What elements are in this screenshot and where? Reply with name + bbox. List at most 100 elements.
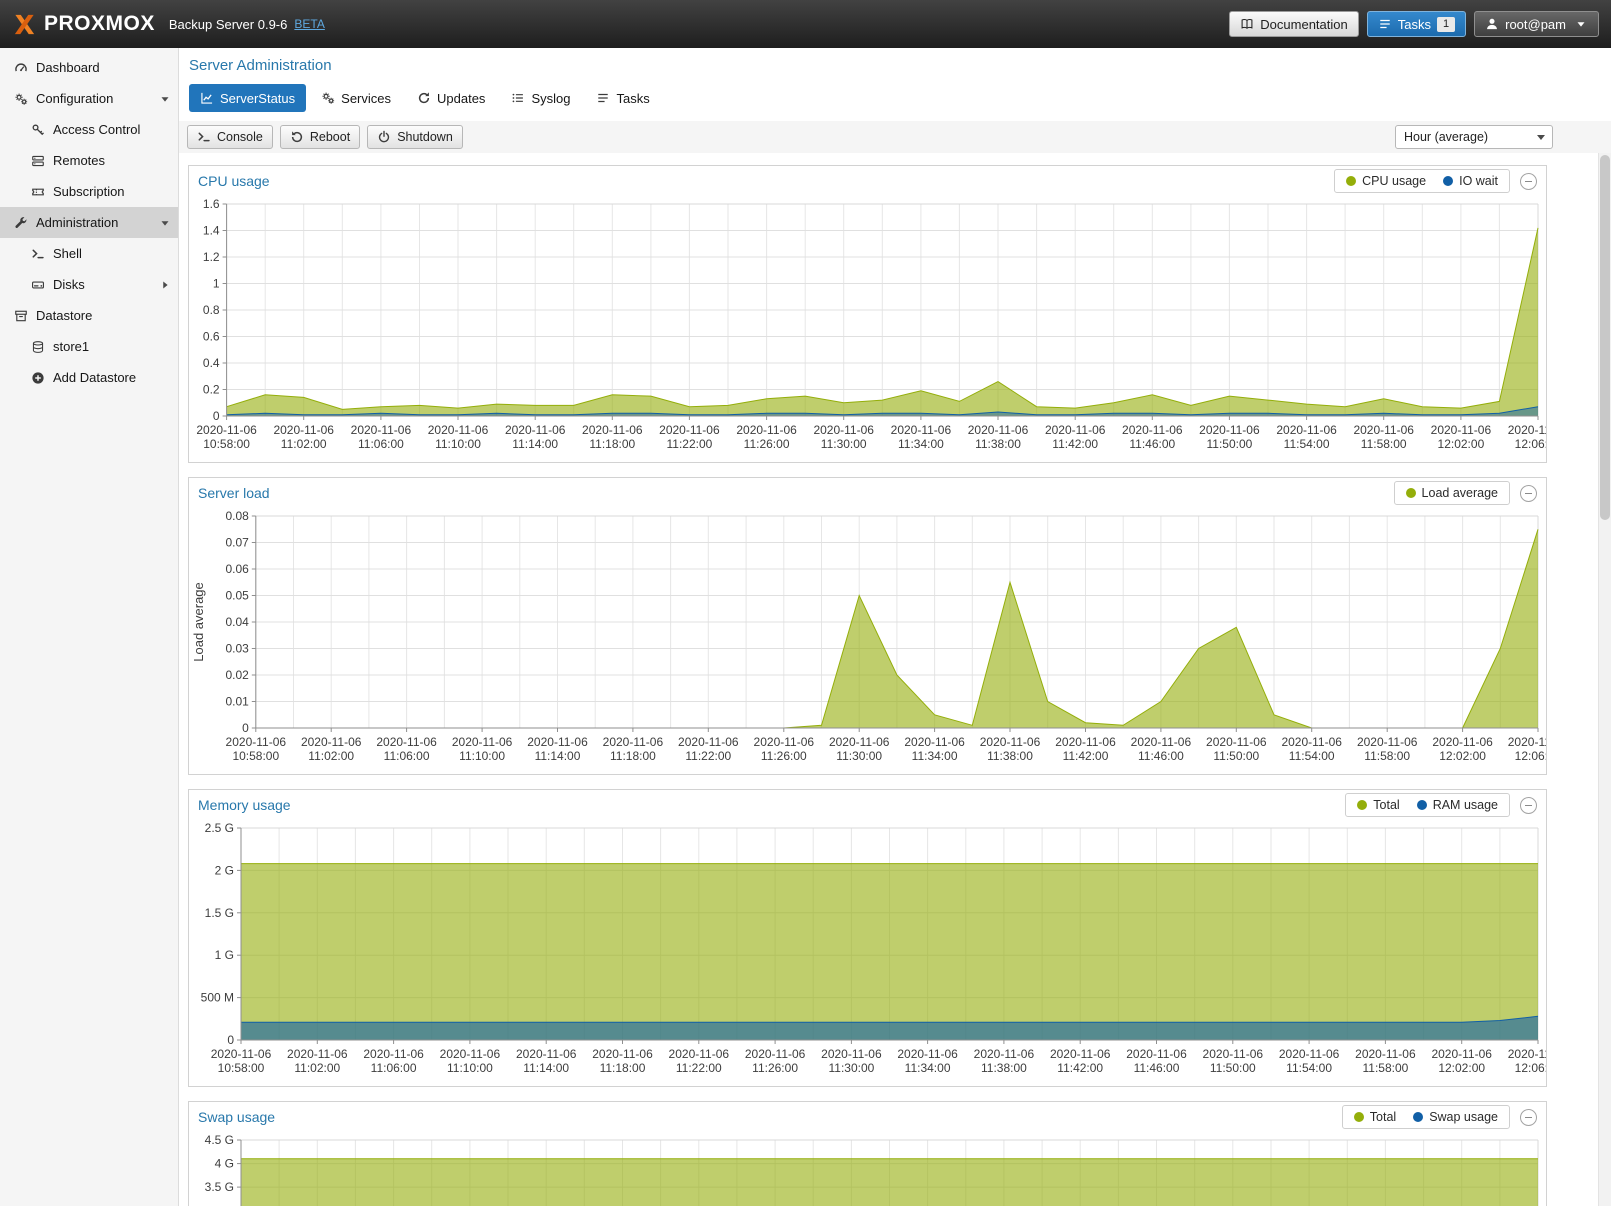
- chart-svg: 0500 M1 G1.5 G2 G2.5 G3 G3.5 G4 G4.5 G20…: [189, 1132, 1546, 1206]
- svg-text:11:54:00: 11:54:00: [1289, 749, 1335, 763]
- svg-text:2020-11-06: 2020-11-06: [1432, 735, 1493, 749]
- legend-label: Total: [1373, 798, 1399, 812]
- sidebar: DashboardConfigurationAccess ControlRemo…: [0, 48, 179, 1206]
- sidebar-item-label: Administration: [36, 215, 118, 230]
- sidebar-item-add-datastore[interactable]: Add Datastore: [0, 362, 178, 393]
- panel-header: Server loadLoad average: [189, 478, 1546, 508]
- toolbar-button-label: Reboot: [310, 130, 350, 144]
- legend-item-swap-usage[interactable]: Swap usage: [1413, 1110, 1498, 1124]
- legend-item-total[interactable]: Total: [1354, 1110, 1396, 1124]
- sidebar-item-subscription[interactable]: Subscription: [0, 176, 178, 207]
- caret-down-icon: [158, 92, 172, 106]
- console-button[interactable]: Console: [187, 125, 273, 149]
- tab-services[interactable]: Services: [310, 84, 402, 112]
- svg-text:2020-11-06: 2020-11-06: [669, 1047, 730, 1061]
- svg-text:0.05: 0.05: [225, 589, 249, 603]
- proxmox-logo: PROXMOX: [0, 12, 155, 37]
- svg-text:11:06:00: 11:06:00: [384, 749, 430, 763]
- svg-text:2020-11-06: 2020-11-06: [1045, 423, 1106, 437]
- svg-text:2020-11-06: 2020-11-06: [1126, 1047, 1187, 1061]
- legend-label: Total: [1370, 1110, 1396, 1124]
- proxmox-logo-icon: [12, 12, 37, 37]
- sidebar-item-administration[interactable]: Administration: [0, 207, 178, 238]
- gears-icon: [321, 91, 335, 105]
- svg-text:11:18:00: 11:18:00: [610, 749, 656, 763]
- svg-text:11:10:00: 11:10:00: [447, 1061, 493, 1075]
- svg-text:11:30:00: 11:30:00: [821, 437, 867, 451]
- collapse-panel-button[interactable]: [1520, 173, 1537, 190]
- legend-item-cpu-usage[interactable]: CPU usage: [1346, 174, 1426, 188]
- documentation-button[interactable]: Documentation: [1229, 11, 1358, 37]
- sidebar-item-label: Add Datastore: [53, 370, 136, 385]
- shutdown-button[interactable]: Shutdown: [367, 125, 463, 149]
- vertical-scrollbar[interactable]: [1598, 153, 1611, 1206]
- svg-text:11:46:00: 11:46:00: [1138, 749, 1184, 763]
- page-title: Server Administration: [189, 56, 1611, 75]
- chart-cpu-usage: 00.20.40.60.811.21.41.62020-11-0610:58:0…: [189, 196, 1546, 462]
- tab-label: Updates: [437, 91, 485, 106]
- beta-link[interactable]: BETA: [294, 17, 324, 31]
- app-header: PROXMOX Backup Server 0.9-6 BETA Documen…: [0, 0, 1611, 48]
- svg-text:11:58:00: 11:58:00: [1361, 437, 1407, 451]
- tab-serverstatus[interactable]: ServerStatus: [189, 84, 306, 112]
- tasks-button[interactable]: Tasks 1: [1367, 11, 1466, 37]
- sidebar-item-remotes[interactable]: Remotes: [0, 145, 178, 176]
- legend-dot-icon: [1413, 1112, 1423, 1122]
- collapse-panel-button[interactable]: [1520, 485, 1537, 502]
- panel-cpu-usage: CPU usageCPU usageIO wait00.20.40.60.811…: [188, 165, 1547, 463]
- svg-text:1: 1: [213, 277, 220, 291]
- svg-text:11:22:00: 11:22:00: [685, 749, 731, 763]
- legend-item-io-wait[interactable]: IO wait: [1443, 174, 1498, 188]
- tab-updates[interactable]: Updates: [406, 84, 496, 112]
- svg-text:2020-11-06: 2020-11-06: [1353, 423, 1414, 437]
- scrollbar-thumb[interactable]: [1600, 155, 1610, 520]
- svg-text:0.01: 0.01: [225, 695, 249, 709]
- tab-bar: ServerStatusServices Updates SyslogTasks: [189, 84, 1611, 112]
- reboot-button[interactable]: Reboot: [280, 125, 360, 149]
- tab-syslog[interactable]: Syslog: [500, 84, 581, 112]
- svg-text:11:50:00: 11:50:00: [1213, 749, 1259, 763]
- svg-text:2.5 G: 2.5 G: [205, 821, 234, 835]
- svg-text:11:10:00: 11:10:00: [435, 437, 481, 451]
- sidebar-item-label: store1: [53, 339, 89, 354]
- svg-text:2020-11-06: 2020-11-06: [974, 1047, 1035, 1061]
- svg-text:11:30:00: 11:30:00: [836, 749, 882, 763]
- main-content: Server Administration ServerStatusServic…: [179, 48, 1611, 1206]
- svg-text:11:58:00: 11:58:00: [1364, 749, 1410, 763]
- panel-swap-usage: Swap usageTotalSwap usage0500 M1 G1.5 G2…: [188, 1101, 1547, 1206]
- sidebar-item-access-control[interactable]: Access Control: [0, 114, 178, 145]
- sidebar-item-datastore[interactable]: Datastore: [0, 300, 178, 331]
- svg-text:12:02:00: 12:02:00: [1439, 749, 1486, 763]
- timeframe-select[interactable]: Hour (average): [1395, 125, 1553, 149]
- legend-item-total[interactable]: Total: [1357, 798, 1399, 812]
- sidebar-item-label: Datastore: [36, 308, 92, 323]
- legend-item-ram-usage[interactable]: RAM usage: [1417, 798, 1498, 812]
- tab-tasks[interactable]: Tasks: [585, 84, 660, 112]
- svg-text:2020-11-06: 2020-11-06: [736, 423, 797, 437]
- minus-icon: [1525, 1117, 1532, 1118]
- sidebar-item-store1[interactable]: store1: [0, 331, 178, 362]
- svg-text:2020-11-06: 2020-11-06: [376, 735, 437, 749]
- svg-text:2020-11-06: 2020-11-06: [1199, 423, 1260, 437]
- sidebar-item-dashboard[interactable]: Dashboard: [0, 52, 178, 83]
- svg-text:2 G: 2 G: [215, 863, 234, 877]
- panel-server-load: Server loadLoad average00.010.020.030.04…: [188, 477, 1547, 775]
- sidebar-item-configuration[interactable]: Configuration: [0, 83, 178, 114]
- svg-text:2020-11-06: 2020-11-06: [273, 423, 334, 437]
- svg-text:11:26:00: 11:26:00: [752, 1061, 798, 1075]
- collapse-panel-button[interactable]: [1520, 1109, 1537, 1126]
- svg-text:12:02:00: 12:02:00: [1438, 437, 1485, 451]
- svg-text:11:02:00: 11:02:00: [308, 749, 354, 763]
- legend-item-load-average[interactable]: Load average: [1406, 486, 1498, 500]
- svg-text:10:58:00: 10:58:00: [218, 1061, 265, 1075]
- sidebar-item-shell[interactable]: Shell: [0, 238, 178, 269]
- user-menu-button[interactable]: root@pam: [1474, 11, 1599, 37]
- svg-text:2020-11-06: 2020-11-06: [829, 735, 890, 749]
- svg-text:2020-11-06: 2020-11-06: [678, 735, 739, 749]
- svg-text:11:26:00: 11:26:00: [744, 437, 790, 451]
- sidebar-item-disks[interactable]: Disks: [0, 269, 178, 300]
- svg-text:11:14:00: 11:14:00: [512, 437, 558, 451]
- key-icon: [29, 123, 46, 137]
- collapse-panel-button[interactable]: [1520, 797, 1537, 814]
- svg-text:2020-11-06: 2020-11-06: [897, 1047, 958, 1061]
